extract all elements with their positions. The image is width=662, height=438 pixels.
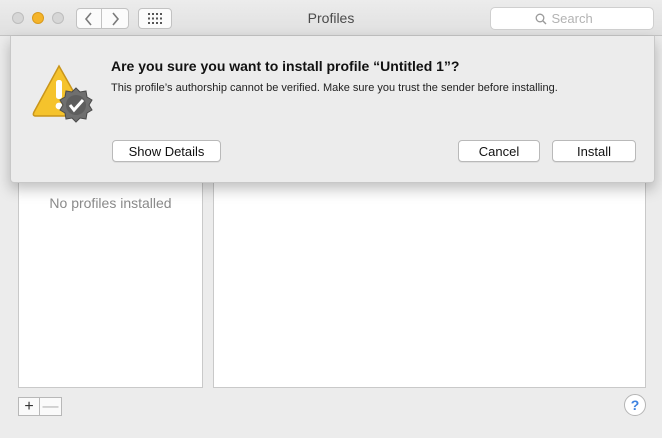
profiles-list[interactable]: No profiles installed (18, 172, 203, 388)
cancel-button[interactable]: Cancel (458, 140, 540, 162)
install-profile-sheet: Are you sure you want to install profile… (10, 36, 655, 183)
empty-list-text: No profiles installed (49, 195, 172, 211)
install-button[interactable]: Install (552, 140, 636, 162)
profile-detail-pane (213, 172, 646, 388)
help-button[interactable]: ? (624, 394, 646, 416)
dialog-message: This profile’s authorship cannot be veri… (111, 82, 558, 94)
search-field[interactable] (490, 7, 654, 30)
dialog-title: Are you sure you want to install profile… (111, 58, 460, 74)
search-icon (535, 13, 546, 24)
show-details-button[interactable]: Show Details (112, 140, 221, 162)
title-bar: Profiles (0, 0, 662, 36)
search-input[interactable] (551, 11, 610, 26)
add-profile-button[interactable]: + (18, 397, 40, 416)
remove-profile-button[interactable]: — (40, 397, 62, 416)
warning-badge-icon (32, 64, 93, 123)
